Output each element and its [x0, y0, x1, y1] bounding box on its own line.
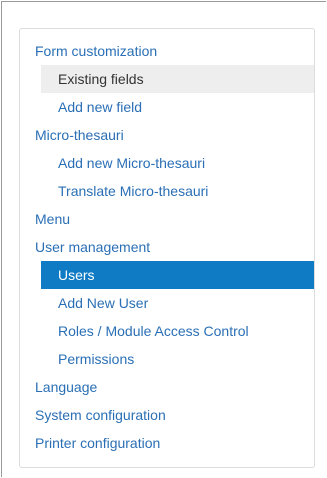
- menu-item-users[interactable]: Users: [41, 261, 314, 289]
- menu-item-menu[interactable]: Menu: [20, 205, 314, 233]
- menu-item-micro-thesauri[interactable]: Micro-thesauri: [20, 121, 314, 149]
- window-frame: Form customization Existing fields Add n…: [1, 1, 326, 477]
- menu-item-user-management[interactable]: User management: [20, 233, 314, 261]
- menu-item-add-new-micro-thesauri[interactable]: Add new Micro-thesauri: [41, 149, 314, 177]
- admin-menu: Form customization Existing fields Add n…: [20, 37, 314, 457]
- menu-item-add-new-user[interactable]: Add New User: [41, 289, 314, 317]
- menu-item-add-new-field[interactable]: Add new field: [41, 93, 314, 121]
- admin-menu-panel: Form customization Existing fields Add n…: [19, 28, 315, 468]
- menu-item-printer-configuration[interactable]: Printer configuration: [20, 429, 314, 457]
- menu-item-system-configuration[interactable]: System configuration: [20, 401, 314, 429]
- menu-item-existing-fields[interactable]: Existing fields: [41, 65, 314, 93]
- menu-item-roles-module-access-control[interactable]: Roles / Module Access Control: [41, 317, 314, 345]
- menu-item-permissions[interactable]: Permissions: [41, 345, 314, 373]
- menu-item-form-customization[interactable]: Form customization: [20, 37, 314, 65]
- menu-item-language[interactable]: Language: [20, 373, 314, 401]
- menu-item-translate-micro-thesauri[interactable]: Translate Micro-thesauri: [41, 177, 314, 205]
